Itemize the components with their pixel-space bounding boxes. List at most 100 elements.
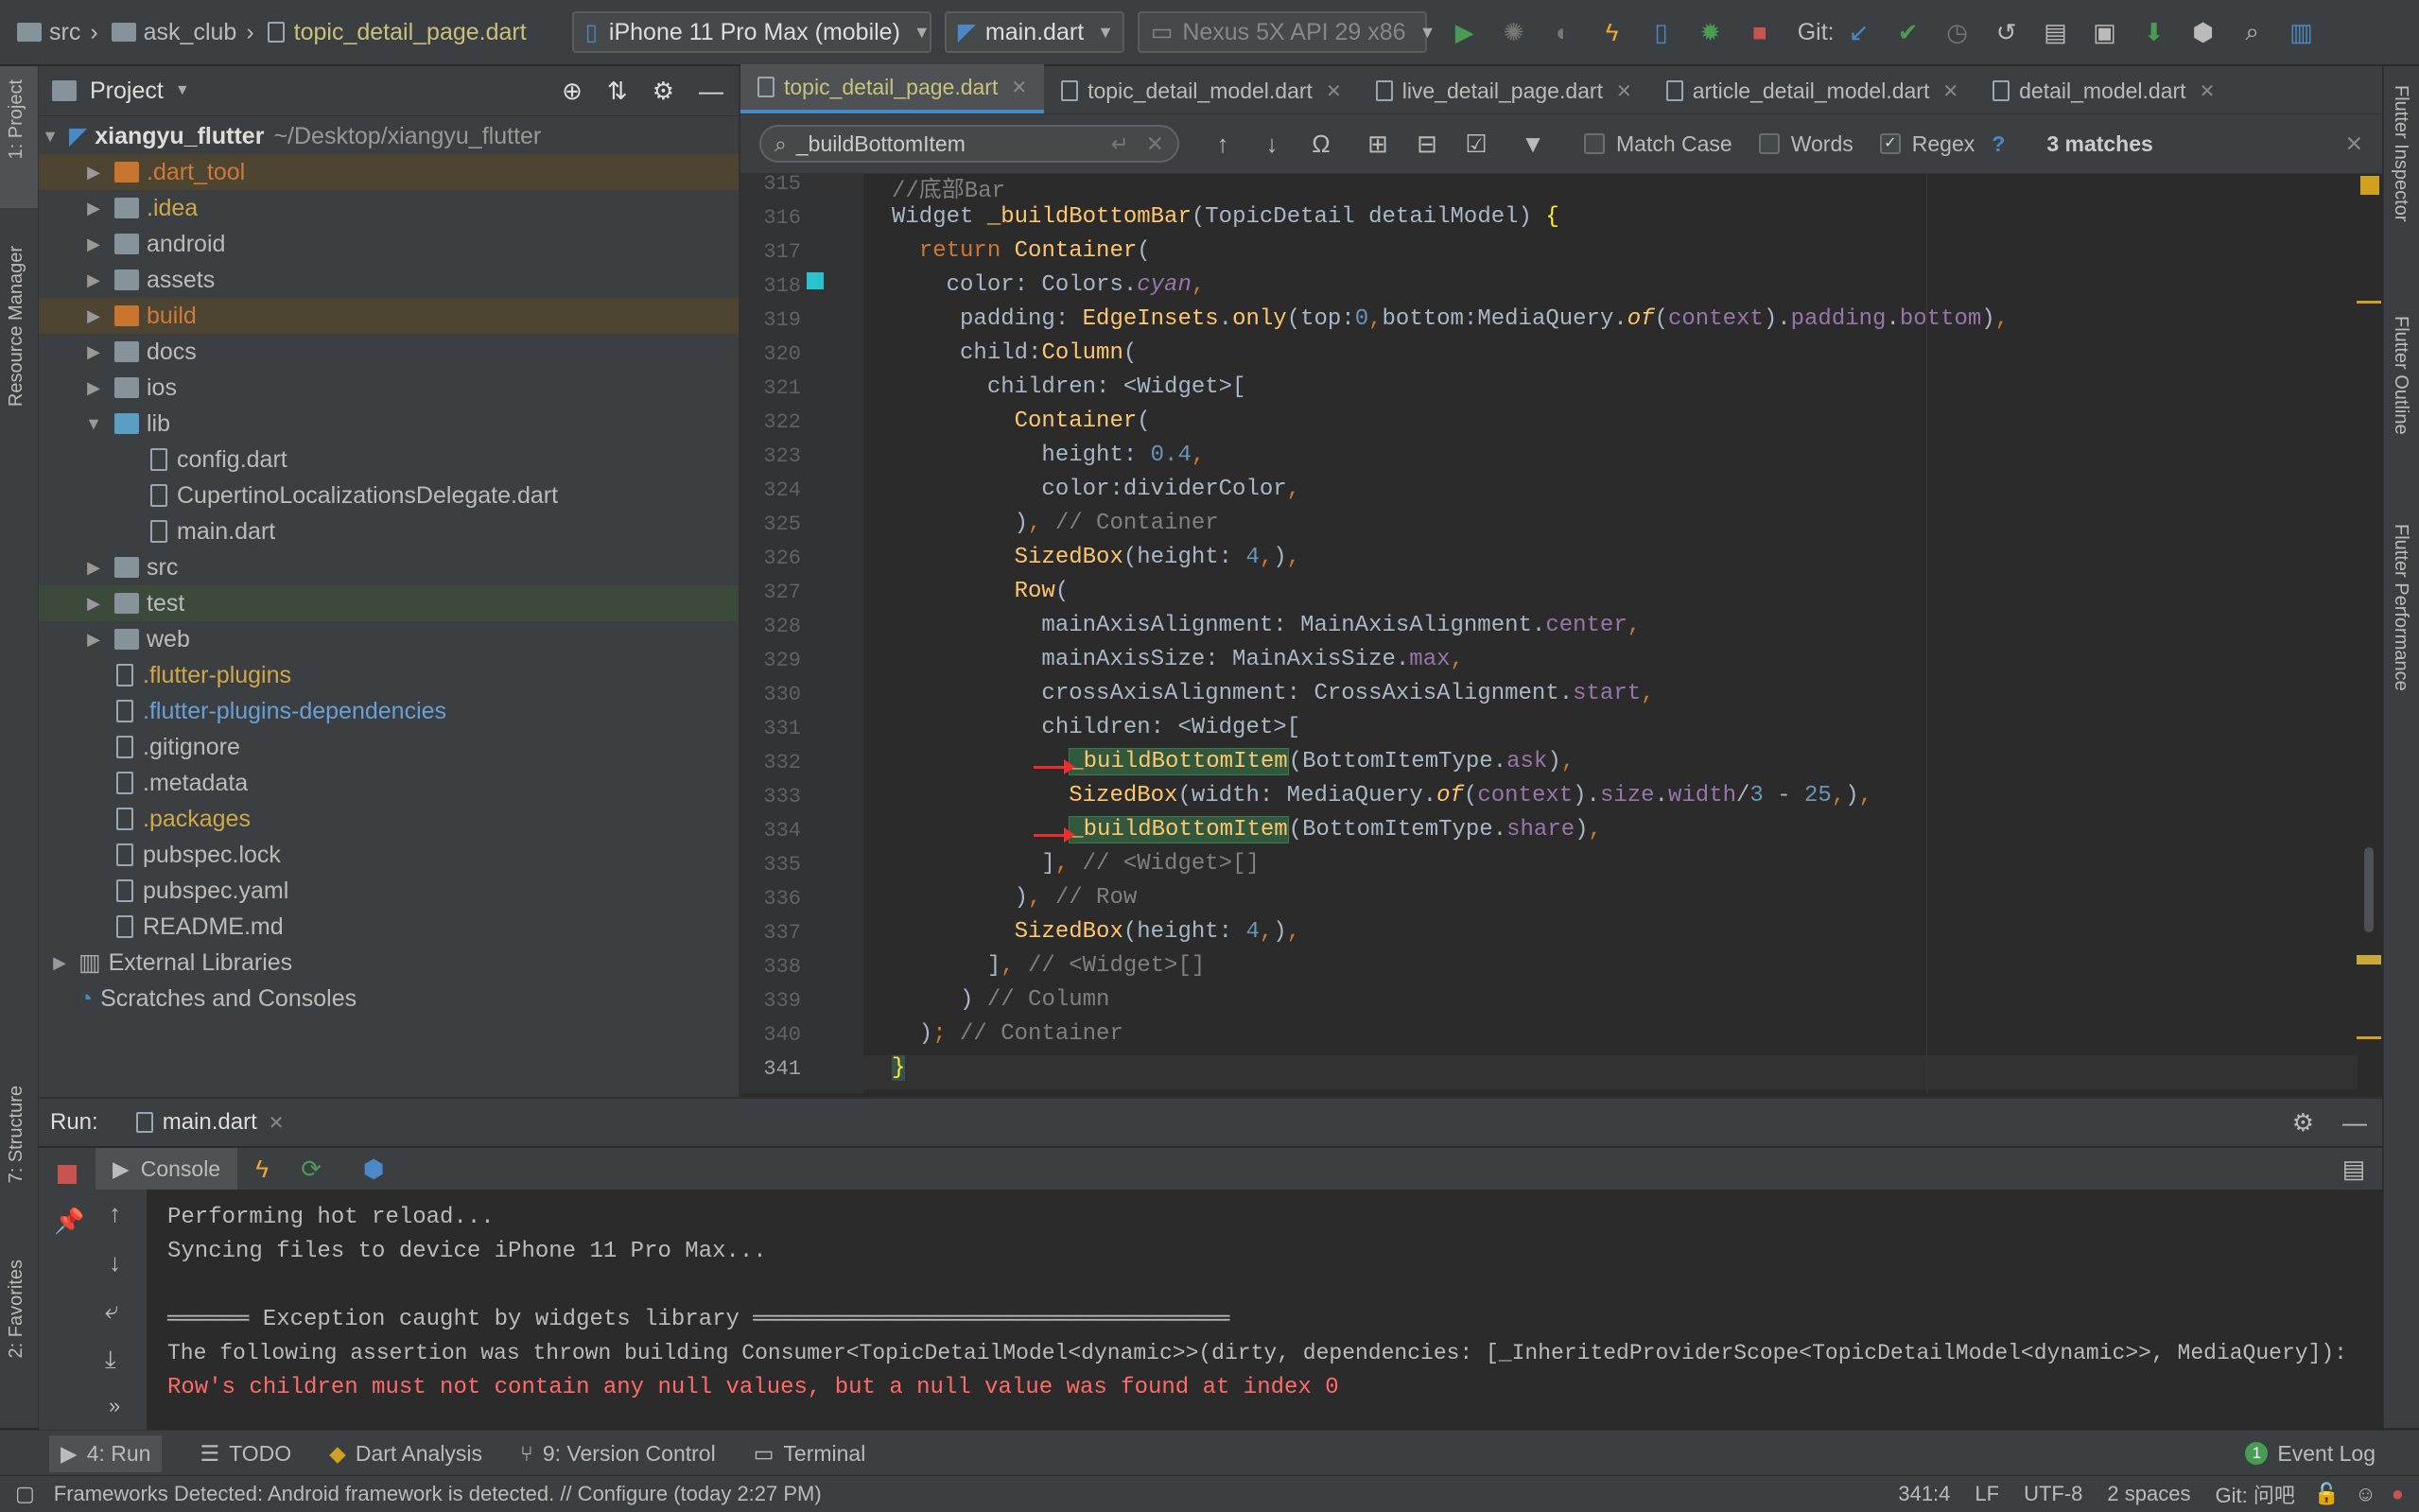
minimize-icon[interactable]: —: [699, 77, 723, 106]
unselect-icon[interactable]: ⊟: [1408, 125, 1446, 163]
version-control-tool-button[interactable]: ⑂ 9: Version Control: [520, 1441, 716, 1467]
tree-item[interactable]: ▼ lib: [39, 406, 739, 442]
tree-item[interactable]: ▶ android: [39, 226, 739, 262]
event-log-tool-button[interactable]: 1 Event Log: [2245, 1441, 2375, 1467]
caret-position[interactable]: 341:4: [1898, 1482, 1950, 1506]
chevron-right-icon[interactable]: ▶: [82, 199, 105, 218]
run-tool-button[interactable]: ▶ 4: Run: [49, 1434, 163, 1472]
chevron-down-icon[interactable]: ▼: [82, 414, 105, 434]
chevron-right-icon[interactable]: ▶: [82, 306, 105, 326]
pin-icon[interactable]: 📌: [54, 1207, 84, 1236]
close-icon[interactable]: ✕: [1011, 76, 1027, 99]
favorites-tab[interactable]: 2: Favorites: [6, 1260, 27, 1358]
code-editor[interactable]: //底部Bar Widget _buildBottomBar(TopicDeta…: [863, 174, 2358, 1093]
flutter-outline-tab[interactable]: Flutter Outline: [2390, 316, 2411, 435]
editor-tab-topic-detail-model[interactable]: topic_detail_model.dart ✕: [1044, 68, 1359, 113]
warning-marker-icon[interactable]: [2360, 176, 2379, 195]
add-occurrence-icon[interactable]: Ω: [1302, 125, 1340, 163]
dart-analysis-tool-button[interactable]: ◆ Dart Analysis: [329, 1441, 482, 1467]
close-icon[interactable]: ✕: [2200, 79, 2216, 103]
todo-tool-button[interactable]: ☰ TODO: [200, 1441, 291, 1467]
hot-reload-icon[interactable]: ϟ: [243, 1150, 281, 1188]
chevron-right-icon[interactable]: ▶: [82, 163, 105, 182]
regex-help-link[interactable]: ?: [1992, 131, 2005, 157]
chevron-right-icon[interactable]: ▶: [82, 270, 105, 290]
file-encoding[interactable]: UTF-8: [2024, 1482, 2082, 1506]
locate-icon[interactable]: ⊕: [562, 77, 583, 106]
sdk-manager-icon[interactable]: ⬇: [2135, 13, 2173, 51]
project-tool-tab[interactable]: 1: Project: [6, 79, 27, 159]
filter-icon[interactable]: ▼: [1514, 125, 1552, 163]
devtools-icon[interactable]: ⬢: [355, 1150, 392, 1188]
layout-icon[interactable]: ▤: [2335, 1150, 2373, 1188]
tree-item[interactable]: README.md: [39, 909, 739, 945]
plugins-icon[interactable]: ⬢: [2184, 13, 2222, 51]
find-input[interactable]: ⌕ _buildBottomItem ↵ ✕: [759, 125, 1179, 163]
search-icon[interactable]: ⌕: [2234, 13, 2271, 51]
scroll-to-end-icon[interactable]: ⤓: [105, 1345, 116, 1375]
tree-item[interactable]: .packages: [39, 801, 739, 837]
avd-manager-icon[interactable]: ▣: [2086, 13, 2124, 51]
attach-icon[interactable]: ◐: [1544, 13, 1582, 51]
regex-checkbox[interactable]: ✓: [1879, 133, 1901, 154]
stop-icon[interactable]: ■: [1741, 13, 1779, 51]
chevron-down-icon[interactable]: ▼: [39, 127, 61, 147]
tree-item[interactable]: ▶ .dart_tool: [39, 154, 739, 190]
tree-item[interactable]: ◔ Scratches and Consoles: [39, 981, 739, 1017]
minimize-icon[interactable]: —: [2342, 1108, 2367, 1138]
git-branch[interactable]: Git: 问吧: [2215, 1479, 2294, 1509]
hot-reload-icon[interactable]: ϟ: [1593, 13, 1631, 51]
hot-restart-icon[interactable]: ▯: [1643, 13, 1680, 51]
indent-setting[interactable]: 2 spaces: [2107, 1482, 2190, 1506]
run-config-selector[interactable]: ◤ main.dart ▼: [944, 11, 1124, 53]
collapse-all-icon[interactable]: ⇅: [607, 77, 628, 106]
lock-icon[interactable]: 🔓: [2314, 1482, 2340, 1506]
next-occurrence-icon[interactable]: ↓: [1253, 125, 1291, 163]
tree-item[interactable]: CupertinoLocalizationsDelegate.dart: [39, 478, 739, 513]
close-icon[interactable]: ✕: [1616, 79, 1632, 103]
tree-item[interactable]: ▶ ▥ External Libraries: [39, 945, 739, 981]
tree-item[interactable]: ▶ test: [39, 585, 739, 621]
tree-item[interactable]: pubspec.yaml: [39, 873, 739, 909]
close-icon[interactable]: ✕: [1326, 79, 1342, 103]
tree-item[interactable]: .gitignore: [39, 729, 739, 765]
tree-item[interactable]: ▶ web: [39, 621, 739, 657]
soft-wrap-icon[interactable]: ⤶: [105, 1295, 119, 1326]
new-line-icon[interactable]: ↵: [1110, 131, 1128, 157]
select-next-icon[interactable]: ⊞: [1359, 125, 1397, 163]
terminal-tool-button[interactable]: ▭ Terminal: [754, 1441, 866, 1467]
tree-item[interactable]: ▶ assets: [39, 262, 739, 298]
chevron-right-icon[interactable]: ▶: [82, 630, 105, 650]
resource-manager-tab[interactable]: Resource Manager: [6, 246, 27, 407]
flutter-inspector-tab[interactable]: Flutter Inspector: [2390, 85, 2411, 222]
run-tab-main[interactable]: main.dart: [163, 1109, 257, 1136]
emulator-selector[interactable]: ▭ Nexus 5X API 29 x86 ▼: [1137, 11, 1436, 53]
debug-icon[interactable]: ✺: [1495, 13, 1533, 51]
panel-toggle-icon[interactable]: ▢: [15, 1482, 35, 1506]
chevron-right-icon[interactable]: ▶: [82, 558, 105, 578]
close-icon[interactable]: ✕: [269, 1111, 285, 1135]
inspector-icon[interactable]: ☺: [2355, 1482, 2375, 1506]
tree-item[interactable]: main.dart: [39, 513, 739, 549]
chevron-right-icon[interactable]: ▶: [82, 378, 105, 398]
tree-item[interactable]: ▶ docs: [39, 334, 739, 370]
editor-tab-live-detail-page[interactable]: live_detail_page.dart ✕: [1359, 68, 1649, 113]
git-update-icon[interactable]: ↙: [1840, 13, 1878, 51]
match-case-checkbox[interactable]: [1584, 133, 1605, 154]
select-all-icon[interactable]: ☑: [1457, 125, 1495, 163]
device-selector[interactable]: ▯ iPhone 11 Pro Max (mobile) ▼: [571, 11, 931, 53]
words-checkbox[interactable]: [1758, 133, 1780, 154]
breadcrumb-src[interactable]: src: [49, 19, 80, 46]
tree-item[interactable]: .flutter-plugins: [39, 657, 739, 693]
flutter-performance-tab[interactable]: Flutter Performance: [2390, 524, 2411, 691]
chevron-right-icon[interactable]: ▶: [82, 342, 105, 362]
tree-item[interactable]: ▶ .idea: [39, 190, 739, 226]
tree-item[interactable]: ▶ build: [39, 298, 739, 334]
tree-item[interactable]: .flutter-plugins-dependencies: [39, 693, 739, 729]
previous-occurrence-icon[interactable]: ↑: [1204, 125, 1242, 163]
scrollbar-thumb[interactable]: [2364, 847, 2374, 932]
hot-restart-icon[interactable]: ⟳: [292, 1150, 330, 1188]
tree-item[interactable]: pubspec.lock: [39, 837, 739, 873]
console-tab[interactable]: ▶ Console: [96, 1148, 238, 1190]
breadcrumb-file[interactable]: topic_detail_page.dart: [294, 19, 527, 46]
